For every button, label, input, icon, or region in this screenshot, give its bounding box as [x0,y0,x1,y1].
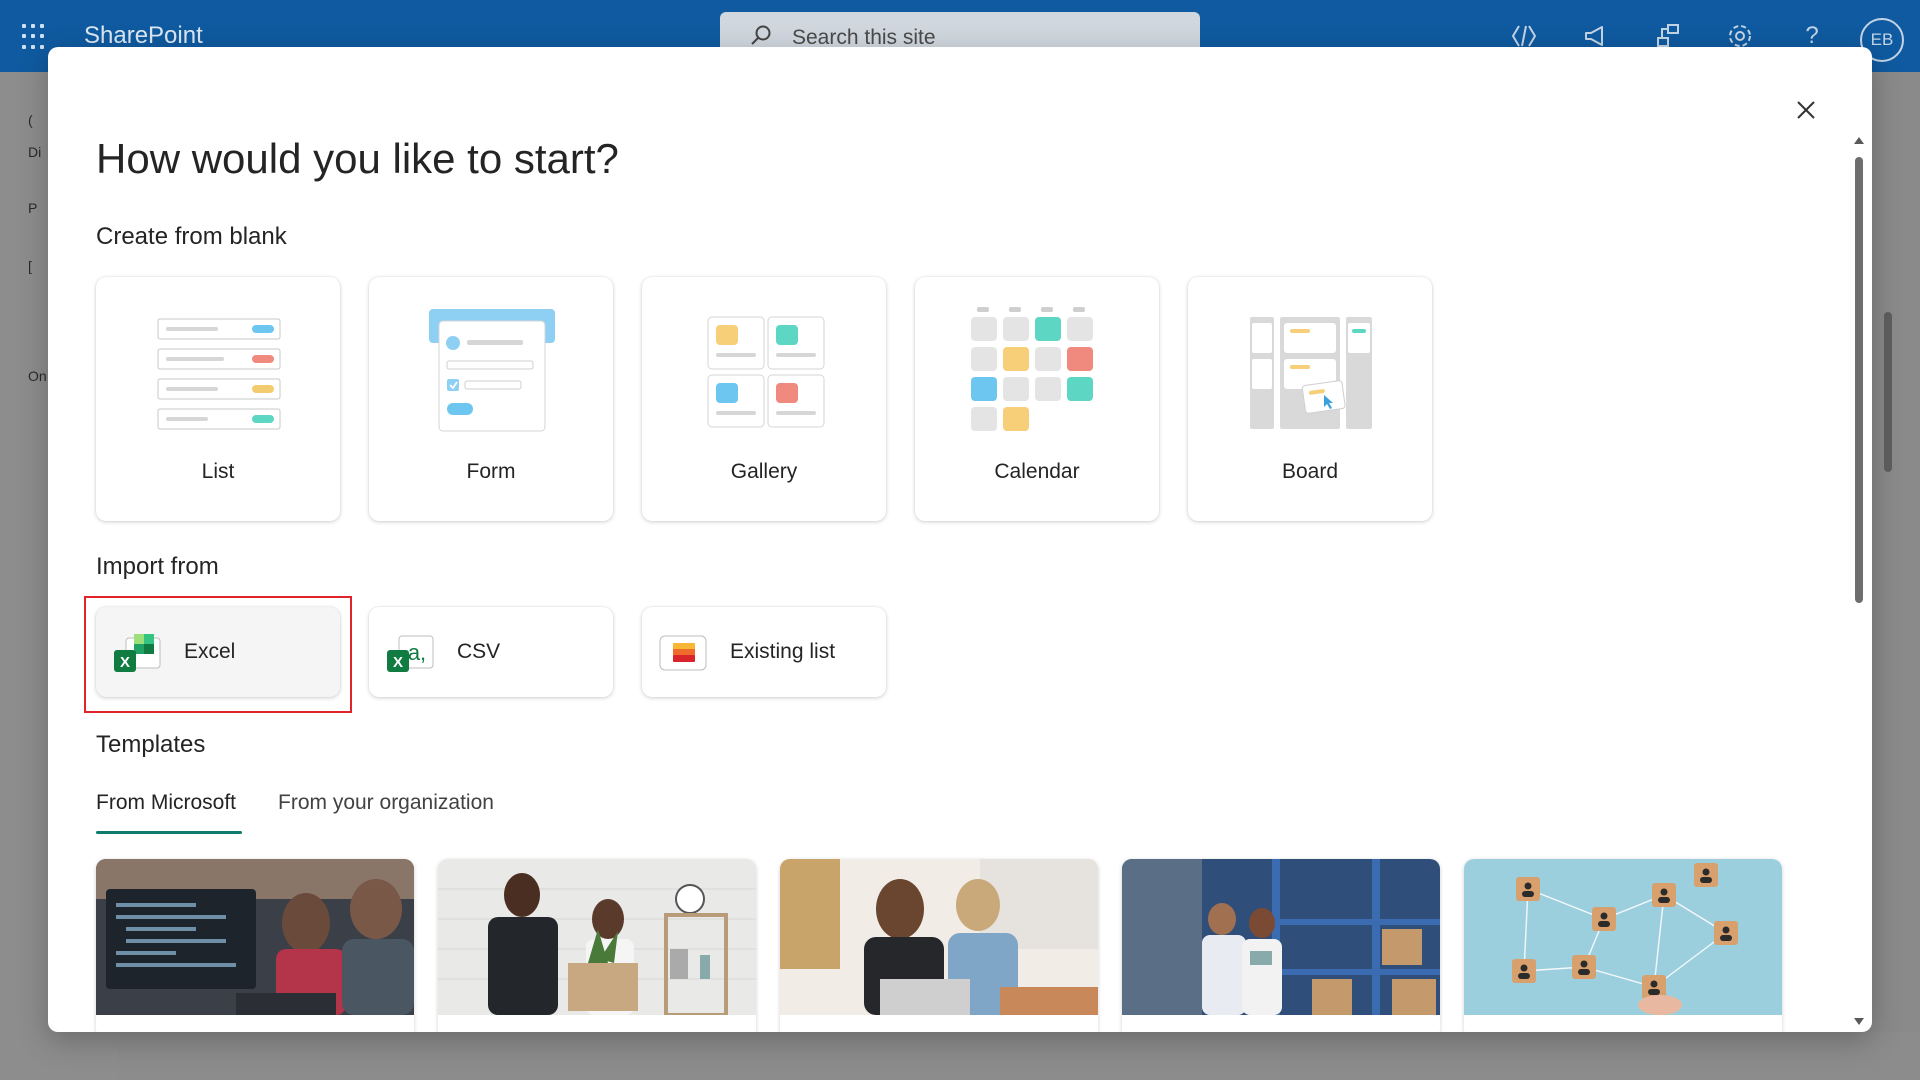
tab-from-microsoft[interactable]: From Microsoft [96,791,236,815]
close-icon [1797,101,1815,119]
card-label: Board [1281,460,1339,483]
calendar-illustration [971,307,1093,431]
svg-text:X: X [120,654,130,671]
rail-stub: ( [28,112,33,128]
create-board-card[interactable]: Board [1188,277,1432,521]
card-label: Gallery [730,460,798,483]
create-form-card[interactable]: Form [369,277,613,521]
template-card[interactable] [438,859,756,1032]
excel-icon: X [114,634,161,672]
template-card[interactable] [1122,859,1440,1032]
import-excel-card[interactable]: X Excel [96,607,340,697]
developers-photo [96,859,414,1015]
existing-list-icon [659,635,707,671]
colleagues-laptop-photo [780,859,1098,1015]
page-scrollbar[interactable] [1880,282,1896,1072]
board-illustration [1250,317,1372,429]
dialog-title: How would you like to start? [96,135,619,182]
app-launcher-icon[interactable] [22,24,48,50]
template-card[interactable] [96,859,414,1032]
warehouse-photo [1122,859,1440,1015]
svg-text:a,: a, [408,640,426,665]
employee-onboarding-photo [438,859,756,1017]
import-label: CSV [457,640,501,663]
app-name[interactable]: SharePoint [84,22,203,50]
network-people-photo [1464,859,1782,1015]
template-card[interactable] [1464,859,1782,1032]
create-list-card[interactable]: List [96,277,340,521]
rail-stub: P [28,200,38,216]
scroll-thumb[interactable] [1855,157,1863,603]
template-card[interactable] [780,859,1098,1032]
scroll-down-icon[interactable] [1854,1018,1864,1025]
import-section-title: Import from [96,553,219,580]
rail-stub: Di [28,144,42,160]
card-label: Form [466,460,516,483]
import-label: Existing list [730,640,836,663]
scroll-up-icon[interactable] [1854,137,1864,144]
create-calendar-card[interactable]: Calendar [915,277,1159,521]
search-icon [751,25,771,45]
close-button[interactable] [1788,92,1824,128]
form-illustration [429,309,555,432]
gallery-illustration [707,316,825,428]
templates-section-title: Templates [96,731,206,758]
list-illustration [157,318,281,430]
csv-icon: a, X [387,635,434,672]
svg-text:X: X [393,654,403,671]
create-section-title: Create from blank [96,223,287,250]
card-label: Calendar [994,460,1080,483]
active-tab-indicator [96,831,242,834]
dialog-scrollbar[interactable] [1852,135,1866,1027]
tab-from-your-organization[interactable]: From your organization [278,791,494,815]
start-dialog: How would you like to start? Create from… [48,47,1872,1032]
import-existing-list-card[interactable]: Existing list [642,607,886,697]
import-csv-card[interactable]: a, X CSV [369,607,613,697]
page-background [118,1032,1920,1080]
card-label: List [201,460,235,483]
rail-stub: [ [28,258,32,274]
import-label: Excel [184,640,236,663]
create-gallery-card[interactable]: Gallery [642,277,886,521]
rail-stub: On [28,368,47,384]
